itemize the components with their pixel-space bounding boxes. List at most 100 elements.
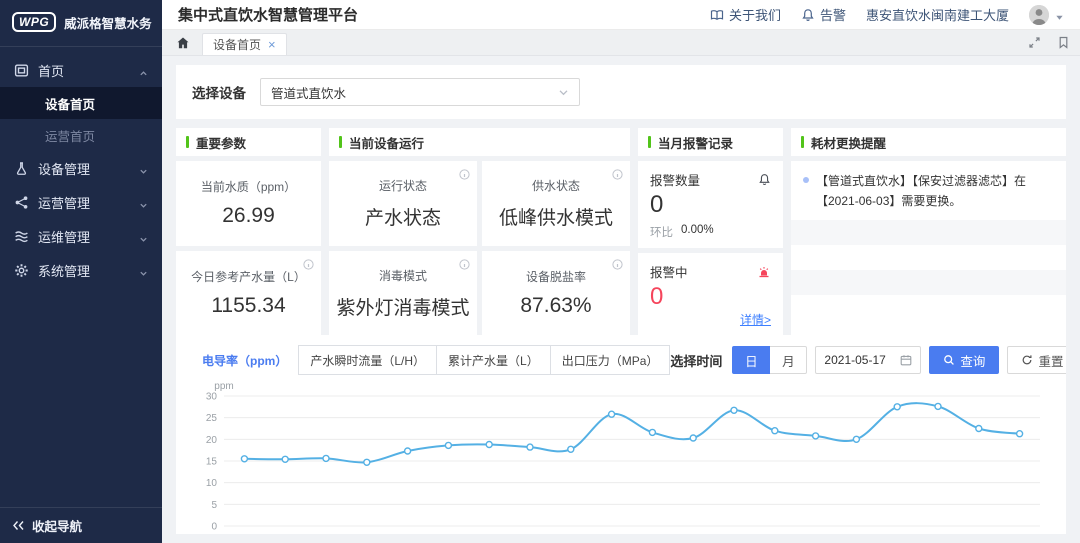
empty-row bbox=[791, 270, 1066, 295]
alarm-link[interactable]: 告警 bbox=[801, 5, 846, 24]
svg-text:0: 0 bbox=[211, 522, 217, 533]
bell-icon bbox=[801, 8, 815, 22]
metric-tile-run-state: 运行状态 产水状态 bbox=[329, 161, 477, 246]
user-menu[interactable] bbox=[1029, 5, 1064, 25]
reset-button[interactable]: 重置 bbox=[1007, 346, 1066, 374]
about-link[interactable]: 关于我们 bbox=[710, 5, 781, 24]
date-value: 2021-05-17 bbox=[824, 353, 885, 367]
select-device-label: 选择设备 bbox=[192, 82, 246, 102]
collapse-nav-icon bbox=[12, 519, 25, 532]
chevron-down-icon bbox=[139, 232, 148, 241]
period-month-button[interactable]: 月 bbox=[769, 346, 807, 374]
sidebar-item-label: 设备管理 bbox=[38, 159, 90, 178]
empty-row bbox=[791, 245, 1066, 270]
sidebar-item-label: 首页 bbox=[38, 61, 64, 80]
metric-tile-water-quality: 当前水质（ppm） 26.99 bbox=[176, 161, 321, 246]
tabsbar-right bbox=[1028, 36, 1070, 49]
query-label: 查询 bbox=[960, 351, 985, 370]
flask-icon bbox=[14, 161, 29, 176]
chart-card: 电导率（ppm） 产水瞬时流量（L/H） 累计产水量（L） 出口压力（MPa） … bbox=[176, 335, 1066, 534]
share-icon bbox=[14, 195, 29, 210]
bell-icon bbox=[758, 173, 771, 186]
fullscreen-icon[interactable] bbox=[1028, 36, 1041, 49]
reset-label: 重置 bbox=[1038, 351, 1063, 370]
tab-outlet-pressure[interactable]: 出口压力（MPa） bbox=[550, 345, 671, 375]
panel-header: 耗材更换提醒 bbox=[791, 128, 1066, 156]
time-filter-label: 选择时间 bbox=[670, 351, 722, 370]
svg-text:30: 30 bbox=[206, 392, 218, 403]
panel-title: 耗材更换提醒 bbox=[811, 133, 886, 152]
sidebar-nav: 首页 设备首页 运营首页 设备管理 bbox=[0, 53, 162, 507]
consumables-list: 【管道式直饮水】【保安过滤器滤芯】在【2021-06-03】需要更换。 bbox=[791, 161, 1066, 336]
info-icon[interactable] bbox=[612, 167, 623, 178]
info-icon[interactable] bbox=[303, 257, 314, 268]
sidebar-item-device-home[interactable]: 设备首页 bbox=[0, 87, 162, 119]
close-icon[interactable]: × bbox=[268, 38, 276, 51]
alarm-count-header: 报警数量 bbox=[650, 170, 771, 189]
ratio-label: 环比 bbox=[650, 224, 673, 240]
chevron-down-icon bbox=[558, 87, 569, 98]
sidebar-item-operation-mgmt[interactable]: 运营管理 bbox=[0, 185, 162, 219]
info-icon[interactable] bbox=[459, 167, 470, 178]
tab-instant-flow[interactable]: 产水瞬时流量（L/H） bbox=[298, 345, 437, 375]
date-picker[interactable]: 2021-05-17 bbox=[815, 346, 921, 374]
sidebar: WPG 威派格智慧水务 首页 设备首页 运营首页 bbox=[0, 0, 162, 543]
tab-total-output[interactable]: 累计产水量（L） bbox=[436, 345, 551, 375]
site-name[interactable]: 惠安直饮水闽南建工大厦 bbox=[866, 5, 1009, 24]
siren-icon bbox=[757, 265, 771, 279]
app-window: WPG 威派格智慧水务 首页 设备首页 运营首页 bbox=[0, 0, 1080, 543]
metric-label: 当前水质（ppm） bbox=[201, 178, 296, 195]
sidebar-item-system-mgmt[interactable]: 系统管理 bbox=[0, 253, 162, 287]
device-select[interactable]: 管道式直饮水 bbox=[260, 78, 580, 106]
info-icon[interactable] bbox=[612, 257, 623, 268]
svg-text:10: 10 bbox=[206, 478, 218, 489]
panel-consumables: 耗材更换提醒 【管道式直饮水】【保安过滤器滤芯】在【2021-06-03】需要更… bbox=[791, 128, 1066, 336]
device-select-value: 管道式直饮水 bbox=[271, 83, 346, 102]
chart-tab-label: 产水瞬时流量（L/H） bbox=[310, 352, 425, 369]
period-toggle: 日 月 bbox=[732, 346, 807, 374]
query-button[interactable]: 查询 bbox=[929, 346, 999, 374]
svg-text:ppm: ppm bbox=[214, 381, 233, 392]
search-icon bbox=[943, 354, 955, 366]
bullet-dot bbox=[803, 177, 809, 183]
metric-value: 产水状态 bbox=[365, 203, 441, 230]
book-icon bbox=[710, 8, 724, 22]
chart-tab-label: 累计产水量（L） bbox=[448, 352, 539, 369]
sidebar-subitem-label: 设备首页 bbox=[45, 94, 95, 113]
sidebar-item-home[interactable]: 首页 bbox=[0, 53, 162, 87]
collapse-nav-button[interactable]: 收起导航 bbox=[0, 507, 162, 543]
accent-bar bbox=[186, 136, 189, 148]
sidebar-item-maintenance-mgmt[interactable]: 运维管理 bbox=[0, 219, 162, 253]
svg-text:5: 5 bbox=[211, 500, 217, 511]
metric-value: 1155.34 bbox=[211, 294, 285, 318]
waves-icon bbox=[14, 229, 29, 244]
divider bbox=[0, 46, 162, 47]
metric-value: 紫外灯消毒模式 bbox=[336, 293, 469, 320]
empty-row bbox=[791, 295, 1066, 320]
notice-text: 【管道式直饮水】【保安过滤器滤芯】在【2021-06-03】需要更换。 bbox=[816, 171, 1054, 212]
accent-bar bbox=[339, 136, 342, 148]
calendar-icon bbox=[900, 354, 912, 366]
chevron-down-icon bbox=[139, 198, 148, 207]
empty-row bbox=[791, 220, 1066, 245]
period-month-label: 月 bbox=[782, 351, 795, 370]
home-tab-icon[interactable] bbox=[176, 36, 190, 50]
detail-link[interactable]: 详情> bbox=[740, 311, 771, 328]
accent-bar bbox=[648, 136, 651, 148]
tab-device-home[interactable]: 设备首页 × bbox=[202, 33, 287, 55]
notice-item: 【管道式直饮水】【保安过滤器滤芯】在【2021-06-03】需要更换。 bbox=[791, 161, 1066, 220]
bookmark-icon[interactable] bbox=[1057, 36, 1070, 49]
svg-text:15: 15 bbox=[206, 457, 218, 468]
collapse-nav-label: 收起导航 bbox=[32, 516, 82, 535]
panel-title: 当月报警记录 bbox=[658, 133, 733, 152]
home-icon bbox=[14, 63, 29, 78]
period-day-button[interactable]: 日 bbox=[732, 346, 770, 374]
sidebar-item-device-mgmt[interactable]: 设备管理 bbox=[0, 151, 162, 185]
tab-conductivity[interactable]: 电导率（ppm） bbox=[190, 345, 299, 375]
info-icon[interactable] bbox=[459, 257, 470, 268]
sidebar-item-operation-home[interactable]: 运营首页 bbox=[0, 119, 162, 151]
gear-icon bbox=[14, 263, 29, 278]
summary-panels: 重要参数 当前水质（ppm） 26.99 今日参考产水量（L） 1155.34 bbox=[176, 128, 1066, 326]
panel-important-params: 重要参数 当前水质（ppm） 26.99 今日参考产水量（L） 1155.34 bbox=[176, 128, 321, 336]
page-title: 集中式直饮水智慧管理平台 bbox=[178, 4, 358, 25]
